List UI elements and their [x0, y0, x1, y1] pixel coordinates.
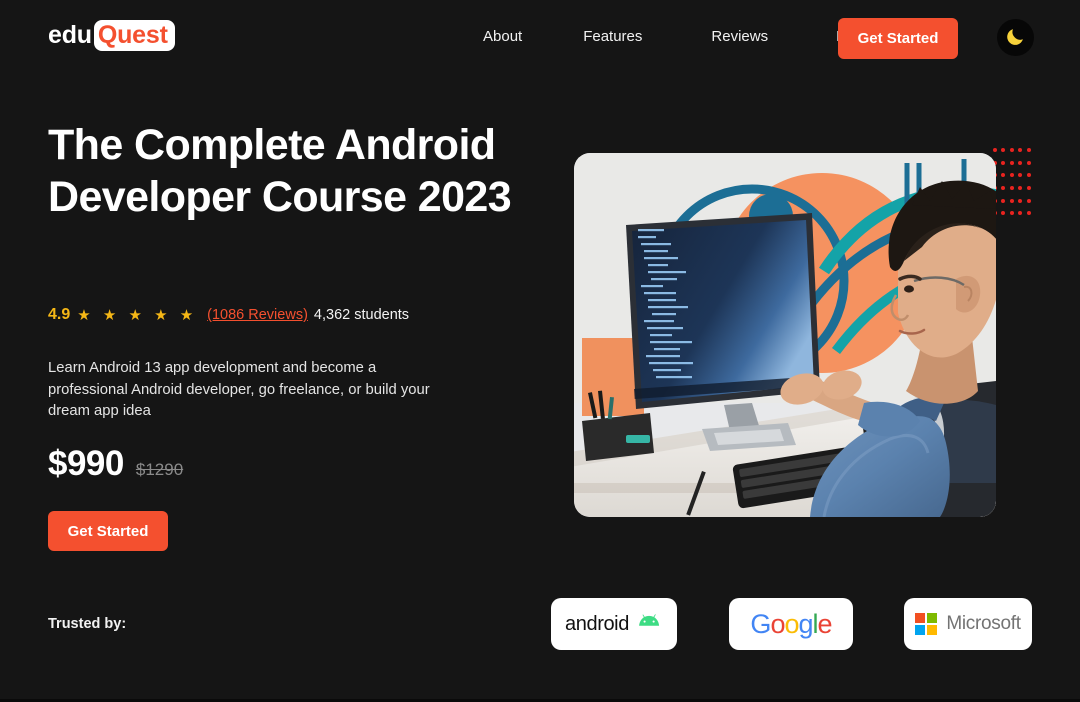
google-letter-o1: o [770, 608, 785, 639]
brand-card-google: Google [729, 598, 853, 650]
decor-dot [1009, 198, 1014, 203]
original-price: $1290 [135, 460, 184, 479]
hero-image [574, 153, 996, 517]
decor-dot [1001, 211, 1006, 216]
site-logo[interactable]: edu Quest [48, 20, 175, 52]
decor-dot [1026, 148, 1031, 152]
current-price: $990 [48, 444, 124, 483]
logo-text-edu: edu [48, 21, 92, 50]
header-get-started-button[interactable]: Get Started [838, 18, 958, 59]
price-row: $990 $1290 [48, 444, 183, 484]
decor-dot [1001, 173, 1006, 178]
landing-page: eduQuest About Features Reviews FAQs Get… [0, 0, 1080, 702]
site-header: eduQuest About Features Reviews FAQs Get… [0, 0, 1080, 78]
rating-row: 4.9 ★ ★ ★ ★ ★ (1086 Reviews) 4,362 stude… [48, 306, 409, 324]
google-letter-g2: g [798, 608, 814, 639]
decor-dot [1009, 173, 1014, 178]
decor-dot [1009, 186, 1014, 190]
logo-text-quest: Quest [93, 20, 175, 52]
android-wordmark: android [565, 612, 629, 635]
google-letter-e: e [817, 608, 833, 639]
reviews-count-link[interactable]: (1086 Reviews) [207, 307, 308, 323]
google-letter-g1: G [750, 608, 771, 639]
decor-dot [1026, 173, 1031, 178]
students-count-label: 4,362 students [313, 307, 410, 323]
google-wordmark: Google [750, 608, 833, 640]
decor-dot [1001, 148, 1006, 152]
nav-item-reviews[interactable]: Reviews [711, 28, 790, 45]
ms-square-green [927, 613, 938, 623]
decor-dot [1026, 198, 1031, 203]
google-letter-o2: o [784, 608, 799, 639]
decor-dot [1018, 186, 1023, 190]
decor-dot [1026, 160, 1031, 165]
decor-dot [1001, 186, 1006, 190]
ms-square-red [915, 613, 926, 623]
hero-description: Learn Android 13 app development and bec… [48, 360, 430, 419]
rating-score: 4.9 [48, 306, 71, 323]
decor-dot [993, 148, 997, 152]
trusted-by-label: Trusted by: [48, 616, 127, 632]
dark-mode-toggle-button[interactable] [997, 19, 1034, 56]
brand-card-android: android [551, 598, 677, 650]
main-navigation: About Features Reviews FAQs [483, 28, 896, 45]
decor-dot [1009, 148, 1014, 152]
star-rating-icon: ★ ★ ★ ★ ★ [77, 307, 198, 324]
android-robot-icon [638, 613, 663, 635]
nav-item-about[interactable]: About [483, 28, 544, 45]
decor-dot [1026, 211, 1031, 216]
microsoft-squares-icon [915, 613, 938, 635]
decor-dot [1018, 173, 1023, 178]
hero-get-started-button[interactable]: Get Started [48, 511, 168, 551]
ms-square-blue [915, 625, 926, 635]
decor-dot [1001, 160, 1006, 165]
decor-dot [1018, 148, 1023, 152]
decor-dot [1018, 160, 1023, 165]
decor-dot [1001, 198, 1006, 203]
crescent-moon-icon [1005, 26, 1026, 50]
ms-square-yellow [927, 625, 938, 635]
decor-dot [1018, 211, 1023, 216]
dot-grid-decoration [993, 148, 1035, 224]
nav-item-features[interactable]: Features [583, 28, 664, 45]
microsoft-wordmark: Microsoft [946, 613, 1021, 634]
brand-card-microsoft: Microsoft [904, 598, 1032, 650]
decor-dot [1018, 198, 1023, 203]
decor-dot [1026, 186, 1031, 190]
decor-dot [1009, 160, 1014, 165]
page-title: The Complete Android Developer Course 20… [48, 121, 512, 221]
decor-dot [1009, 211, 1014, 216]
